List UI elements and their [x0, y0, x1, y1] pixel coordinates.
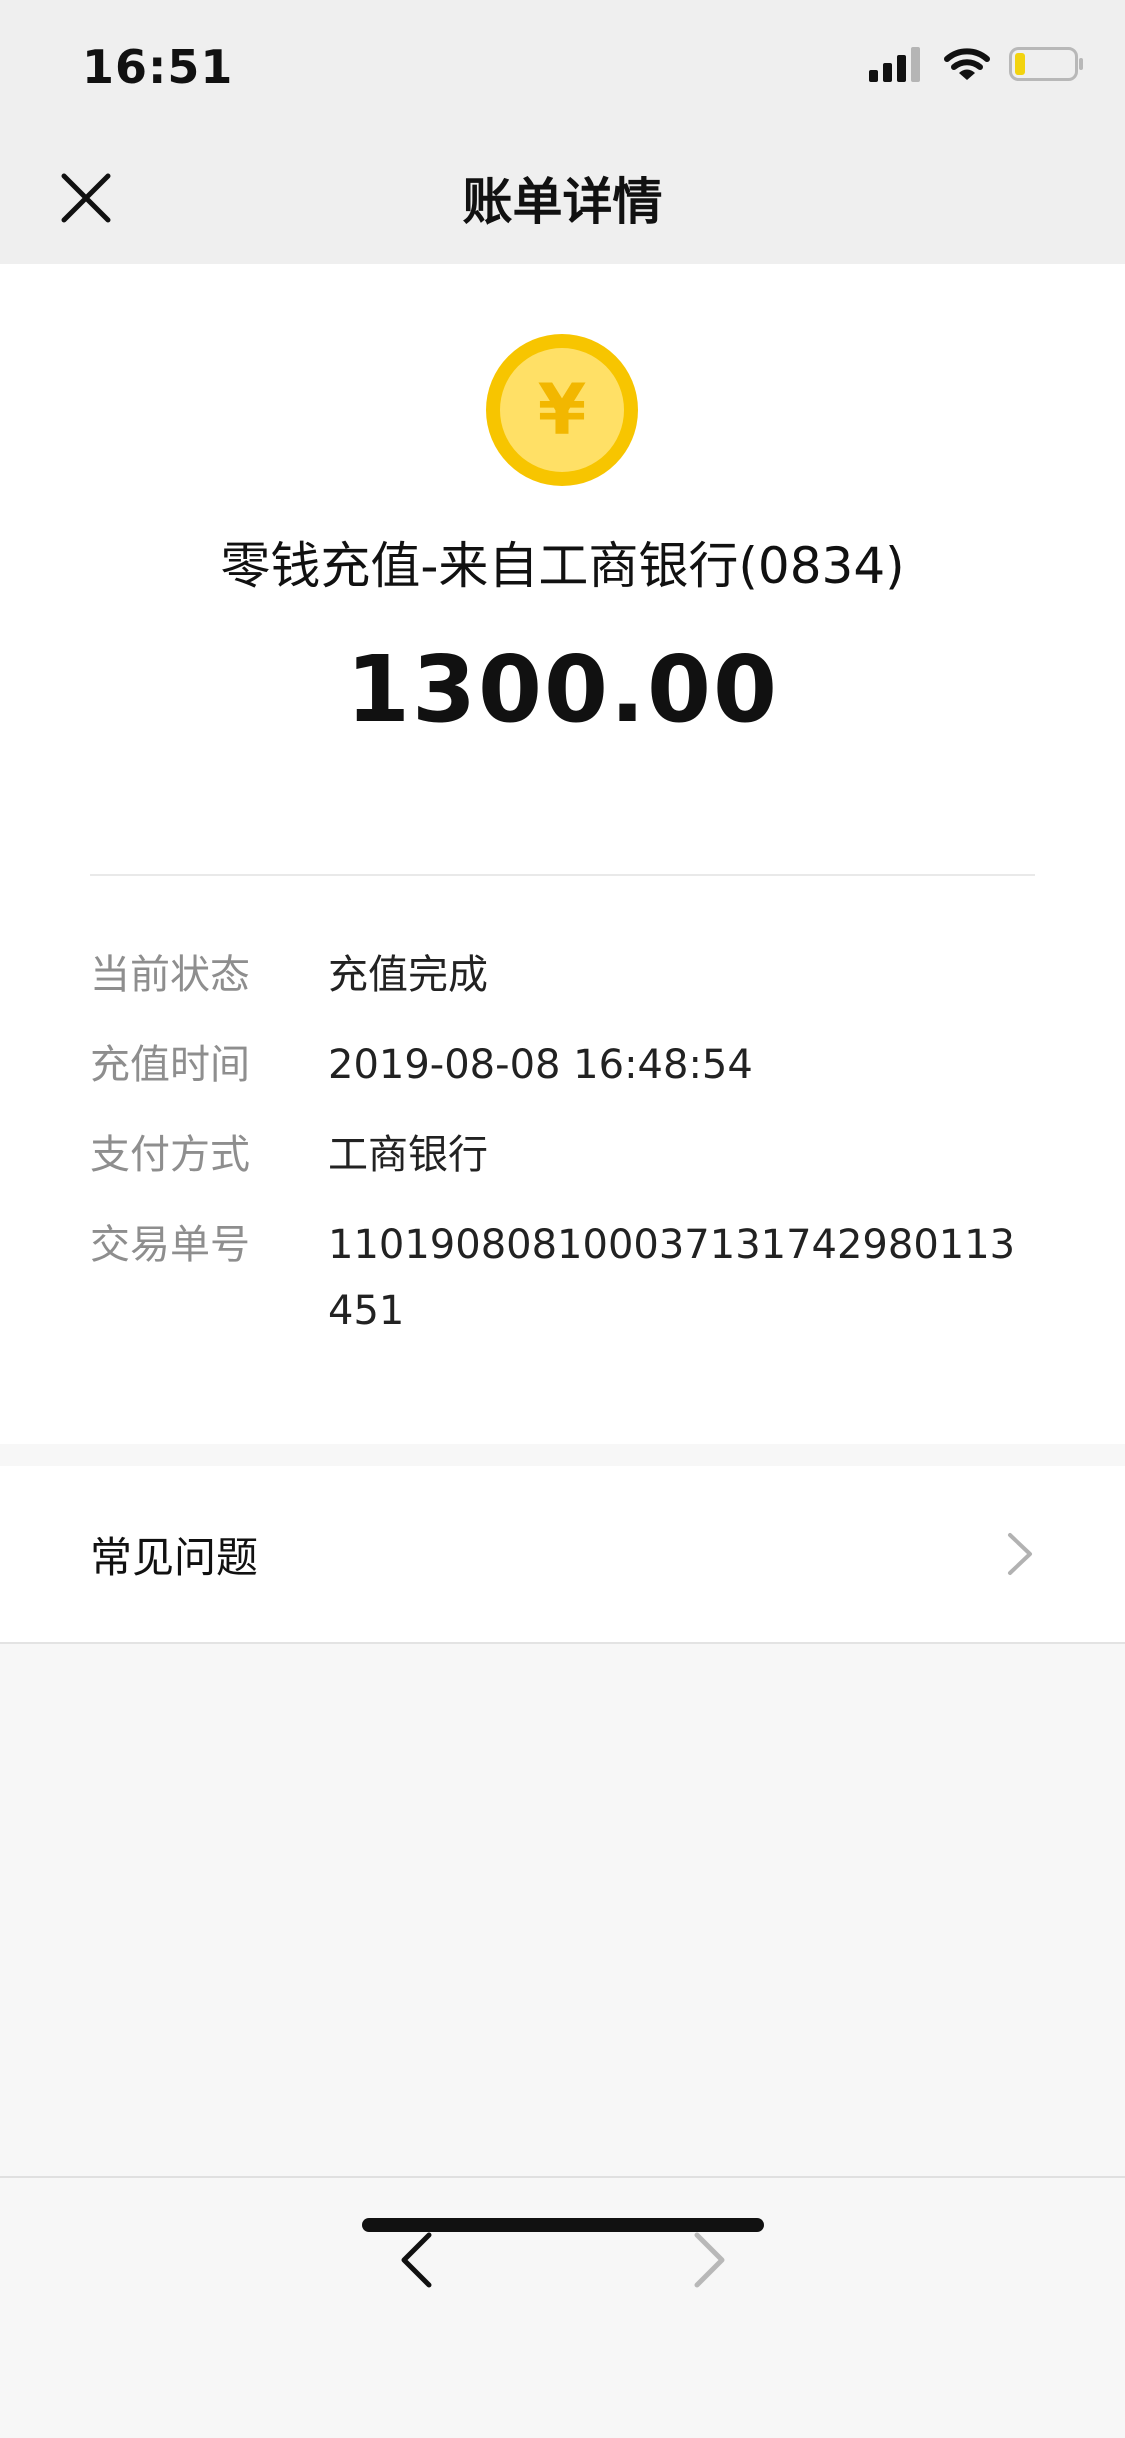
- detail-value: 工商银行: [328, 1132, 488, 1178]
- page-title: 账单详情: [462, 173, 663, 231]
- coin-symbol: ¥: [538, 369, 587, 451]
- nav-bar: 账单详情: [0, 132, 1125, 264]
- status-time: 16:51: [82, 40, 234, 94]
- detail-label: 当前状态: [90, 952, 250, 998]
- status-bar: 16:51: [0, 0, 1125, 132]
- chevron-right-icon: [1008, 1533, 1032, 1575]
- detail-label: 充值时间: [90, 1042, 250, 1088]
- transaction-id-value: 110190808100037131742980113451: [328, 1222, 1016, 1334]
- detail-row-status: 当前状态 充值完成: [90, 942, 1035, 1008]
- bottom-toolbar: [0, 2176, 1125, 2438]
- faq-label: 常见问题: [90, 1533, 259, 1582]
- bill-amount: 1300.00: [345, 636, 780, 743]
- chevron-left-icon[interactable]: [396, 2230, 436, 2290]
- battery-icon: [1009, 47, 1083, 81]
- status-icons: [869, 46, 1085, 82]
- detail-label: 交易单号: [90, 1222, 250, 1268]
- yuan-coin-icon: ¥: [486, 334, 638, 486]
- detail-row-transaction-id: 交易单号 110190808100037131742980113451: [90, 1212, 1035, 1344]
- divider: [90, 874, 1035, 876]
- detail-label: 支付方式: [90, 1132, 250, 1178]
- chevron-right-icon[interactable]: [690, 2230, 730, 2290]
- detail-row-payment-method: 支付方式 工商银行: [90, 1122, 1035, 1188]
- signal-icon: [869, 47, 920, 82]
- wifi-icon: [944, 48, 990, 80]
- detail-value: 2019-08-08 16:48:54: [328, 1042, 753, 1088]
- bill-title: 零钱充值-来自工商银行(0834): [220, 537, 905, 595]
- bill-card: ¥ 零钱充值-来自工商银行(0834) 1300.00 当前状态 充值完成 充值…: [0, 264, 1125, 1444]
- home-indicator: [362, 2218, 764, 2232]
- detail-value: 充值完成: [328, 952, 488, 998]
- faq-row[interactable]: 常见问题: [0, 1466, 1125, 1644]
- detail-row-time: 充值时间 2019-08-08 16:48:54: [90, 1032, 1035, 1098]
